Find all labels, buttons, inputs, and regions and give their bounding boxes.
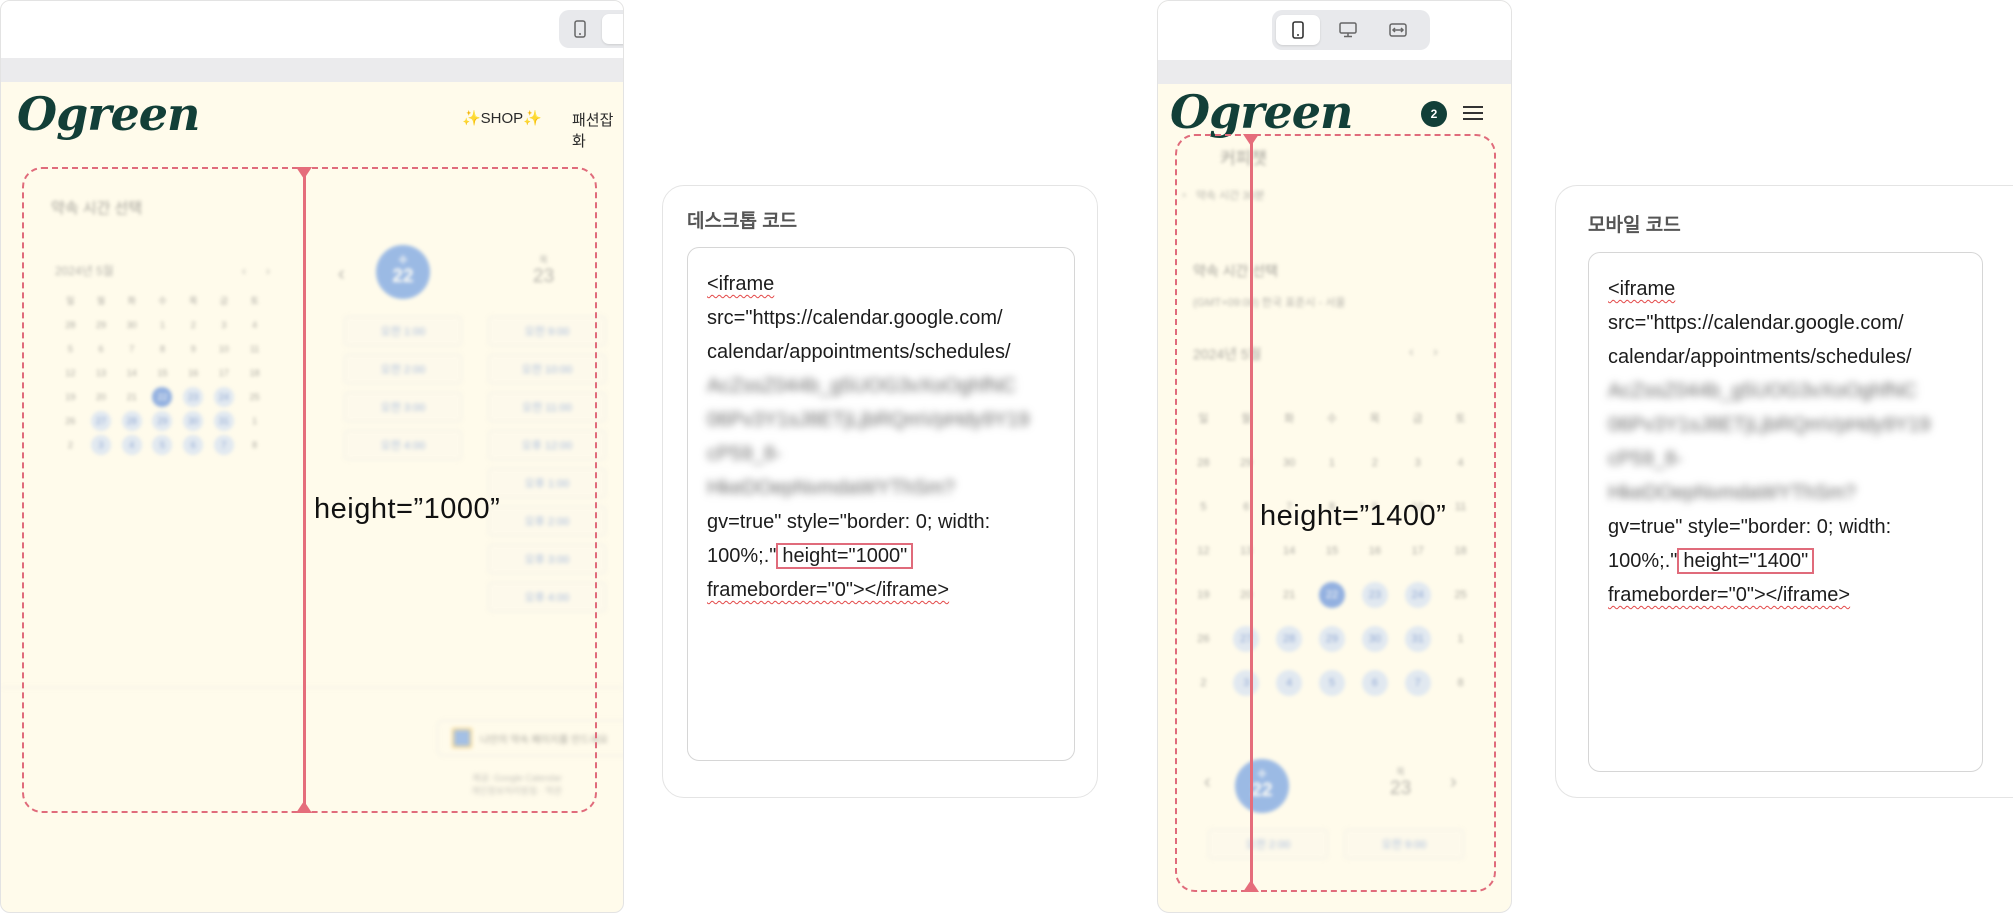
mobile-preview-frame: Ogreen 2 커피챗 ◔ 약속 시간 30분 약속 시간 선택 (GMT+0… (1157, 0, 1512, 913)
blurred-code-line: cP59_8- (707, 443, 782, 465)
expand-icon (1389, 23, 1407, 37)
phone-icon (1292, 21, 1304, 39)
blurred-code-line: 06Pv3Y1sJ8ETjLjbRQmVpHdy9Y19 (707, 409, 1030, 431)
code-line: 100%;." (707, 545, 777, 567)
blurred-code-line: AcZssZ044b_g5UOG3vXoOghfNC (1608, 380, 1918, 402)
desktop-code-card: 데스크톱 코드 <iframe src="https://calendar.go… (662, 185, 1098, 798)
blurred-code-line: HkeDOepNvmdaWYThSm? (707, 477, 955, 499)
code-line: <iframe (707, 273, 775, 295)
code-line: <iframe (1608, 278, 1676, 300)
nav-shop-link[interactable]: ✨SHOP✨ (462, 109, 542, 127)
blurred-code-line: AcZssZ044b_g5UOG3vXoOghfNC (707, 375, 1017, 397)
blurred-code-line: 06Pv3Y1sJ8ETjLjbRQmVpHdy9Y19 (1608, 414, 1931, 436)
code-line: gv=true" style="border: 0; width: (707, 511, 991, 533)
cart-count-badge[interactable]: 2 (1421, 101, 1447, 127)
height-highlight: height="1000" (776, 543, 914, 569)
iframe-outline-desktop (22, 167, 597, 813)
desktop-code-box[interactable]: <iframe src="https://calendar.google.com… (687, 247, 1075, 761)
mobile-view-button[interactable] (1276, 15, 1320, 45)
desktop-view-button[interactable] (602, 14, 623, 44)
mobile-code-box[interactable]: <iframe src="https://calendar.google.com… (1588, 252, 1983, 772)
device-switcher (559, 10, 623, 48)
desktop-view-button[interactable] (1326, 15, 1370, 45)
site-logo[interactable]: Ogreen (1170, 85, 1353, 139)
fit-view-button[interactable] (1376, 15, 1420, 45)
height-label-mobile: height=”1400” (1260, 500, 1447, 532)
preview-strip (1, 58, 623, 82)
code-line: 100%;." (1608, 550, 1678, 572)
hamburger-menu-icon[interactable] (1463, 102, 1483, 124)
code-line: frameborder="0"></iframe> (707, 579, 950, 601)
mobile-code-title: 모바일 코드 (1588, 215, 1681, 236)
monitor-icon (1339, 22, 1357, 38)
code-line: frameborder="0"></iframe> (1608, 584, 1851, 606)
preview-strip (1158, 60, 1511, 84)
preview-toolbar (1158, 1, 1511, 61)
height-label-desktop: height=”1000” (314, 493, 501, 525)
nav-accessories-link[interactable]: 패션잡화 (572, 109, 623, 151)
code-line: calendar/appointments/schedules/ (707, 341, 1011, 363)
height-measure-line (303, 175, 306, 805)
desktop-code-title: 데스크톱 코드 (687, 211, 798, 232)
arrow-bottom (296, 801, 312, 813)
preview-toolbar (1, 1, 623, 59)
code-line: gv=true" style="border: 0; width: (1608, 516, 1892, 538)
blurred-code-line: HkeDOepNvmdaWYThSm? (1608, 482, 1856, 504)
mobile-view-button[interactable] (563, 14, 596, 44)
code-line: src="https://calendar.google.com/ (1608, 312, 1904, 334)
code-line: calendar/appointments/schedules/ (1608, 346, 1912, 368)
desktop-preview-frame: Ogreen ✨SHOP✨ 패션잡화 약속 시간 선택 2024년 5월 ‹ ›… (0, 0, 624, 913)
mobile-code-card: 모바일 코드 <iframe src="https://calendar.goo… (1555, 185, 2013, 798)
blurred-code-line: cP59_8- (1608, 448, 1683, 470)
arrow-bottom (1243, 880, 1259, 892)
code-line: src="https://calendar.google.com/ (707, 307, 1003, 329)
height-highlight: height="1400" (1677, 548, 1815, 574)
device-switcher (1272, 10, 1430, 50)
height-measure-line (1250, 142, 1253, 884)
phone-icon (573, 20, 586, 38)
site-logo[interactable]: Ogreen (17, 87, 200, 141)
